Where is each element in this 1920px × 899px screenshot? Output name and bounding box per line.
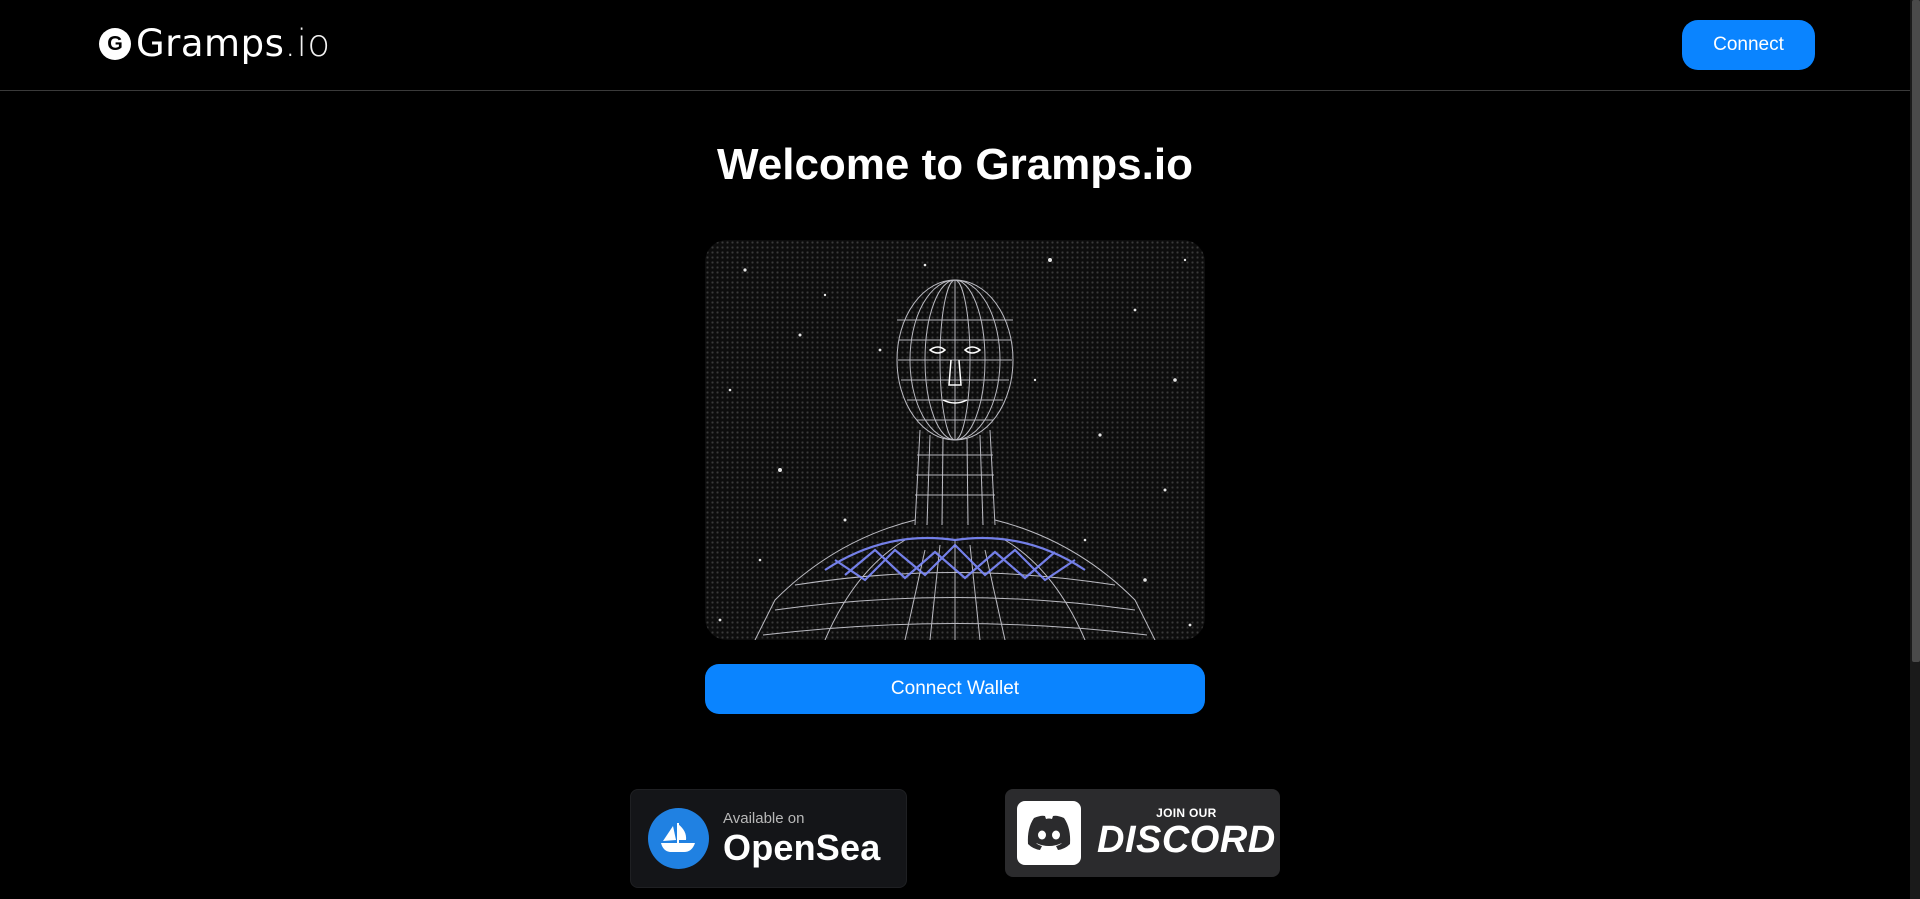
opensea-ship-icon bbox=[648, 808, 709, 869]
wireframe-head-image bbox=[705, 240, 1205, 640]
top-navbar: G Gramps.io Connect bbox=[0, 0, 1910, 91]
connect-wallet-button[interactable]: Connect Wallet bbox=[705, 664, 1205, 714]
opensea-brand-label: OpenSea bbox=[723, 826, 881, 868]
discord-icon bbox=[1017, 801, 1081, 865]
logo-g-icon: G bbox=[99, 28, 131, 60]
page-scrollbar-thumb[interactable] bbox=[1912, 0, 1920, 662]
logo-letter: G bbox=[107, 33, 123, 55]
wireframe-head-svg bbox=[718, 258, 1192, 640]
opensea-badge-link[interactable]: Available on OpenSea bbox=[630, 789, 907, 888]
opensea-text-group: Available on OpenSea bbox=[723, 810, 880, 868]
logo-text: Gramps.io bbox=[136, 25, 331, 62]
brand-logo[interactable]: G Gramps.io bbox=[99, 25, 331, 62]
header-connect-button[interactable]: Connect bbox=[1682, 20, 1815, 70]
discord-join-label: JOIN OUR bbox=[1156, 806, 1217, 820]
opensea-available-label: Available on bbox=[723, 809, 805, 827]
discord-text-group: JOIN OUR DISCORD bbox=[1097, 806, 1276, 860]
logo-text-suffix: .io bbox=[284, 22, 331, 65]
discord-brand-label: DISCORD bbox=[1097, 819, 1276, 861]
logo-text-main: Gramps bbox=[136, 22, 285, 65]
page-title: Welcome to Gramps.io bbox=[717, 140, 1193, 189]
discord-badge-link[interactable]: JOIN OUR DISCORD bbox=[1005, 789, 1280, 877]
